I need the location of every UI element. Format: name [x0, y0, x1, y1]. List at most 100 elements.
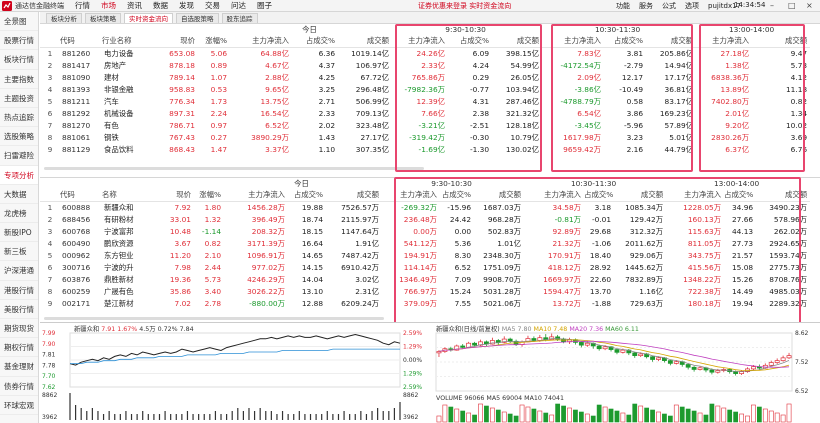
table-row[interactable]: 3 881090 建材 789.14 1.07 2.88亿 4.25 67.72亿 765.86…	[40, 72, 811, 84]
menu-item-5[interactable]: 交易	[205, 0, 220, 11]
table-row[interactable]: 5 000962 东方钽业 11.20 2.10 1096.91万 14.65 7487.42…	[40, 250, 811, 262]
table2-header-1[interactable]: 代码	[60, 189, 102, 202]
sidebar-item-10[interactable]: 龙虎榜	[0, 204, 38, 224]
sidebar-item-9[interactable]: 大数据	[0, 185, 38, 204]
subtab-1[interactable]: 板块策略	[85, 13, 121, 23]
top-right-item-0[interactable]: 功能	[616, 1, 630, 11]
table-row[interactable]: 8 881061 钢铁 767.43 0.27 3890.29万 1.43 27.17亿 -31…	[40, 132, 810, 144]
menu-item-7[interactable]: 圈子	[257, 0, 272, 11]
menu-item-0[interactable]: 行情	[75, 0, 90, 11]
table2-header-14[interactable]: 主力净流入	[666, 189, 725, 202]
table2-header-15[interactable]: 占成交%	[724, 189, 757, 202]
intraday-volume-label: 3962	[403, 414, 418, 421]
subtab-2[interactable]: 实时资金流向	[124, 13, 173, 23]
sidebar-item-15[interactable]: 美股行情	[0, 300, 38, 319]
table2-header-8[interactable]: 主力净流入	[382, 189, 441, 202]
table2-header-12[interactable]: 占成交%	[584, 189, 615, 202]
table2-header-13[interactable]: 成交额	[614, 189, 667, 202]
sidebar-item-8[interactable]: 专项分析	[0, 165, 38, 185]
table1-header-3[interactable]: 现价	[158, 35, 198, 48]
subtab-3[interactable]: 自选股策略	[176, 13, 219, 23]
table-row[interactable]: 2 688456 有研粉材 33.01 1.32 396.49万 18.74 2115.97万…	[40, 214, 810, 226]
table2-scrollbar[interactable]	[44, 317, 384, 320]
top-promo-links[interactable]: 证券优惠来登录 实时资金流向	[418, 1, 511, 11]
table-row[interactable]: 3 600768 宁波富邦 10.48 -1.14 208.32万 18.15 1147.64…	[40, 226, 811, 238]
table1-header-15[interactable]: 成交额	[752, 35, 811, 48]
close-icon[interactable]: ×	[806, 1, 813, 10]
table1-header-10[interactable]: 成交额	[492, 35, 543, 48]
sidebar-item-18[interactable]: 基金理财	[0, 357, 38, 377]
sidebar-item-7[interactable]: 扫雷避险	[0, 146, 38, 166]
table-row[interactable]: 1 881260 电力设备 653.08 5.06 64.88亿 6.36 1019.14亿 2…	[40, 47, 811, 60]
sidebar-item-20[interactable]: 环球宏观	[0, 396, 38, 415]
top-right-item-3[interactable]: 选项	[685, 1, 699, 11]
table2-header-4[interactable]: 涨幅%	[194, 189, 225, 202]
subtab-0[interactable]: 板块分析	[46, 13, 82, 23]
table1-header-4[interactable]: 涨幅%	[198, 35, 231, 48]
table-row[interactable]: 2 881417 房地产 878.18 0.89 4.67亿 4.37 106.97亿 2.33…	[40, 60, 810, 72]
table1-scrollbar[interactable]	[44, 167, 424, 170]
table1-header-1[interactable]: 代码	[60, 35, 102, 48]
table2-header-5[interactable]: 主力净流入	[224, 189, 289, 202]
top-right-item-2[interactable]: 公式	[662, 1, 676, 11]
sidebar-item-19[interactable]: 债券行情	[0, 377, 38, 396]
sidebar-item-5[interactable]: 热点追踪	[0, 108, 38, 128]
intraday-chart[interactable]: 7.99 7.90 7.81 7.78 7.70 7.62 2.59% 1.29% 0.00% 1…	[40, 323, 430, 423]
table-row[interactable]: 4 600490 鹏欣资源 3.67 0.82 3171.39万 16.64 1.91亿 541…	[40, 238, 810, 250]
menu-item-3[interactable]: 数据	[153, 0, 168, 11]
table-row[interactable]: 6 300716 宁波的升 7.98 2.44 977.02万 14.15 6910.42万 1…	[40, 262, 810, 274]
maximize-icon[interactable]: □	[788, 1, 796, 10]
table1-header-5[interactable]: 主力净流入	[230, 35, 293, 48]
minimize-icon[interactable]: –	[770, 1, 774, 10]
sidebar-item-14[interactable]: 港股行情	[0, 281, 38, 300]
table1-header-14[interactable]: 主力净流入	[696, 35, 753, 48]
table-row[interactable]: 6 881292 机械设备 897.31 2.24 16.54亿 2.33 709.13亿 7.…	[40, 108, 810, 120]
table1-header-9[interactable]: 占成交%	[448, 35, 493, 48]
table-row[interactable]: 8 600259 广晟有色 35.86 3.40 3026.22万 13.10 2.31亿 76…	[40, 286, 810, 298]
table1-header-6[interactable]: 占成交%	[292, 35, 339, 48]
sidebar-item-17[interactable]: 期权行情	[0, 338, 38, 358]
table1-header-12[interactable]: 占成交%	[604, 35, 647, 48]
sidebar-item-2[interactable]: 板块行情	[0, 50, 38, 70]
table2-header-0[interactable]	[40, 189, 60, 202]
sidebar-item-12[interactable]: 新三板	[0, 242, 38, 262]
sidebar-item-16[interactable]: 期货现货	[0, 319, 38, 339]
table1-header-2[interactable]: 行业名称	[102, 35, 158, 48]
table-row[interactable]: 1 600888 新疆众和 7.92 1.80 1456.28万 19.88 7526.57万…	[40, 201, 811, 214]
table2-header-7[interactable]: 成交额	[326, 189, 383, 202]
sidebar-item-6[interactable]: 选股策略	[0, 127, 38, 147]
menu-item-6[interactable]: 问达	[231, 0, 246, 11]
subtab-4[interactable]: 股东追踪	[221, 13, 258, 23]
table2-header-3[interactable]: 现价	[154, 189, 194, 202]
sidebar-item-3[interactable]: 主要指数	[0, 70, 38, 89]
table1-header-0[interactable]	[40, 35, 60, 48]
table2-header-11[interactable]: 主力净流入	[524, 189, 585, 202]
table-row[interactable]: 9 881129 食品饮料 868.43 1.47 3.37亿 1.10 307.35亿 -1.…	[40, 144, 811, 156]
sidebar-item-13[interactable]: 沪深港通	[0, 261, 38, 281]
table1-header-11[interactable]: 主力净流入	[542, 35, 605, 48]
menu-item-2[interactable]: 资讯	[127, 0, 142, 11]
sidebar-item-11[interactable]: 新股IPO	[0, 223, 38, 243]
table2-header-6[interactable]: 占成交%	[288, 189, 327, 202]
table2-header-9[interactable]: 占成交%	[440, 189, 475, 202]
sidebar-item-4[interactable]: 主题投资	[0, 89, 38, 108]
table2-header-10[interactable]: 成交额	[474, 189, 525, 202]
table-row[interactable]: 7 603876 鼎胜新材 19.36 5.73 4246.29万 14.04 3.02亿 13…	[40, 274, 811, 286]
table-row[interactable]: 4 881393 非银金融 958.83 0.53 9.65亿 3.25 296.48亿 -79…	[40, 84, 810, 96]
menu-item-1[interactable]: 市场	[101, 0, 116, 11]
group-1300: 13:00-14:00	[728, 25, 775, 34]
sidebar-item-1[interactable]: 股票行情	[0, 31, 38, 51]
sidebar-item-0[interactable]: 全景图	[0, 12, 38, 32]
menu-item-4[interactable]: 发现	[179, 0, 194, 11]
table-row[interactable]: 7 881270 有色 786.71 0.97 6.52亿 2.02 323.48亿 -3.21…	[40, 120, 811, 132]
kline-chart[interactable]: 8.62 7.52 6.52	[432, 323, 818, 423]
table-row[interactable]: 5 881211 汽车 776.34 1.73 13.75亿 2.71 506.99亿 12.3…	[40, 96, 811, 108]
intraday-volume-bar	[321, 414, 323, 420]
top-right-item-1[interactable]: 服务	[639, 1, 653, 11]
table1-header-7[interactable]: 成交额	[338, 35, 393, 48]
table1-header-13[interactable]: 成交额	[646, 35, 697, 48]
table2-header-2[interactable]: 名称	[102, 189, 154, 202]
table1-header-8[interactable]: 主力净流入	[392, 35, 449, 48]
table2-header-16[interactable]: 成交额	[756, 189, 811, 202]
table-row[interactable]: 9 002171 楚江新材 7.02 2.78 -880.00万 12.88 6209.24万…	[40, 298, 811, 310]
